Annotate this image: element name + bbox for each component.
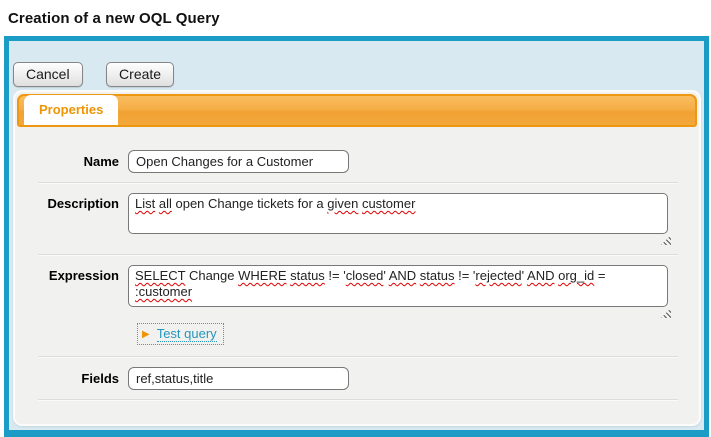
name-row: Name — [15, 150, 699, 173]
test-query-toggle[interactable]: ▶ Test query — [137, 323, 224, 345]
fields-input[interactable] — [128, 367, 349, 390]
separator — [38, 356, 678, 358]
description-textarea[interactable]: List all open Change tickets for a given… — [128, 193, 668, 234]
page-title: Creation of a new OQL Query — [8, 10, 703, 27]
separator — [38, 182, 678, 184]
tab-content-card: Properties Name Description List all ope… — [13, 90, 701, 426]
bottom-toolbar: Cancel Create — [9, 426, 704, 437]
toggle-arrow-icon: ▶ — [142, 329, 150, 340]
tab-bar: Properties — [17, 94, 697, 127]
name-label: Name — [15, 154, 128, 169]
tab-properties[interactable]: Properties — [24, 95, 118, 125]
description-row: Description List all open Change tickets… — [15, 193, 699, 245]
expression-textarea[interactable]: SELECT Change WHERE status != 'closed' A… — [128, 265, 668, 307]
resize-grip-icon[interactable] — [661, 308, 671, 318]
fields-label: Fields — [15, 371, 128, 386]
creation-form-panel: Cancel Create Properties Name Descriptio… — [4, 36, 709, 437]
expression-label: Expression — [15, 265, 128, 283]
top-toolbar: Cancel Create — [9, 41, 704, 87]
test-query-link[interactable]: Test query — [157, 326, 217, 342]
cancel-button[interactable]: Cancel — [13, 62, 83, 87]
create-button[interactable]: Create — [106, 62, 174, 87]
separator — [38, 399, 678, 401]
expression-row: Expression SELECT Change WHERE status !=… — [15, 265, 699, 318]
description-label: Description — [15, 193, 128, 211]
fields-row: Fields — [15, 367, 699, 390]
properties-form: Name Description List all open Change ti… — [15, 129, 699, 401]
resize-grip-icon[interactable] — [661, 235, 671, 245]
name-input[interactable] — [128, 150, 349, 173]
separator — [38, 254, 678, 256]
